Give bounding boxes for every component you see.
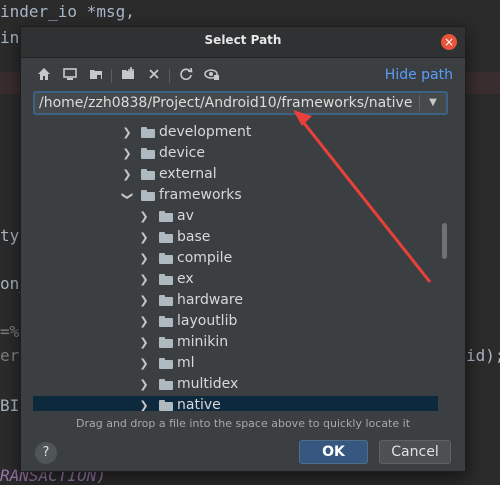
annotation-arrow [293, 110, 432, 283]
